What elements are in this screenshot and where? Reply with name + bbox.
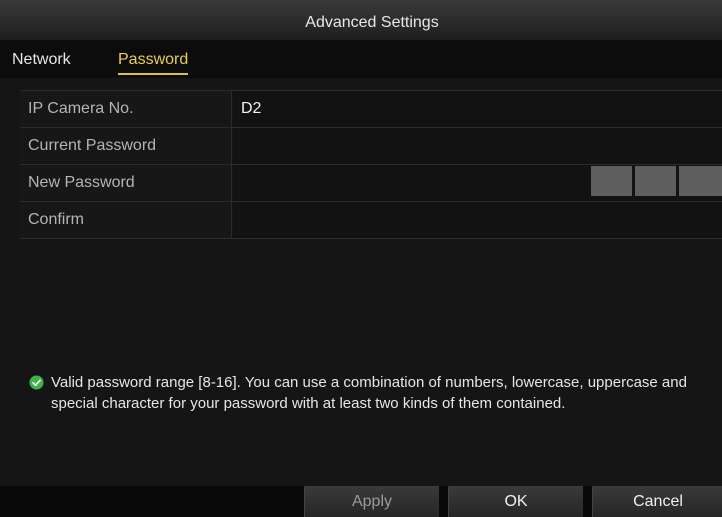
current-password-field[interactable] (233, 128, 722, 164)
check-circle-icon (29, 375, 44, 390)
tab-password[interactable]: Password (118, 51, 189, 75)
current-password-label: Current Password (20, 128, 232, 164)
confirm-label: Confirm (20, 202, 232, 238)
password-tip-text: Valid password range [8-16]. You can use… (51, 374, 687, 412)
tab-network[interactable]: Network (12, 51, 71, 69)
tab-bar: Network Password (0, 40, 722, 78)
form-row-ip-camera: IP Camera No. D2 (20, 91, 722, 128)
cancel-button[interactable]: Cancel (592, 486, 722, 517)
password-strength-bar-3 (679, 166, 722, 196)
ok-button[interactable]: OK (448, 486, 583, 517)
password-form: IP Camera No. D2 Current Password New Pa… (20, 90, 722, 239)
ip-camera-label: IP Camera No. (20, 91, 232, 127)
password-strength-bar-1 (591, 166, 632, 196)
form-row-current-password: Current Password (20, 128, 722, 165)
apply-button[interactable]: Apply (304, 486, 439, 517)
ip-camera-select[interactable]: D2 (233, 91, 722, 127)
dialog-title: Advanced Settings (305, 14, 439, 31)
title-bar: Advanced Settings (0, 0, 722, 40)
password-strength-bar-2 (635, 166, 676, 196)
new-password-label: New Password (20, 165, 232, 201)
confirm-password-field[interactable] (233, 202, 722, 238)
password-settings-panel: IP Camera No. D2 Current Password New Pa… (0, 78, 722, 486)
advanced-settings-dialog: Advanced Settings Network Password IP Ca… (0, 0, 722, 517)
form-row-confirm: Confirm (20, 202, 722, 239)
dialog-footer: Apply OK Cancel (0, 486, 722, 517)
